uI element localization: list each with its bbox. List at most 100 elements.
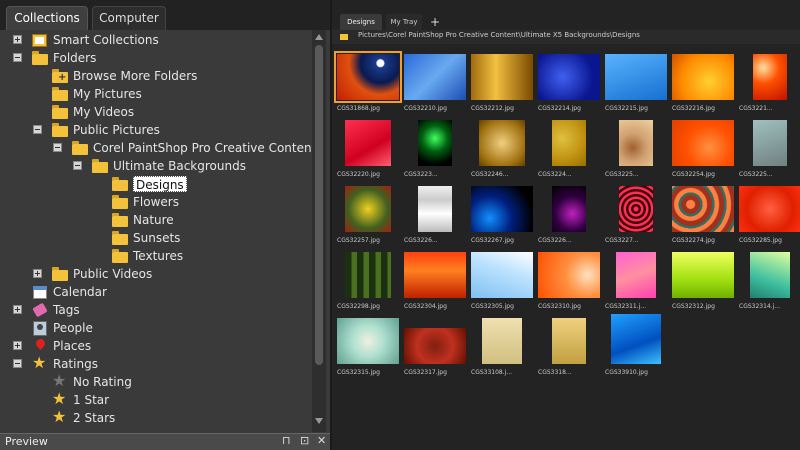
thumbnail-item[interactable]: CGS32315.jpg xyxy=(337,312,403,378)
thumbnail-image[interactable] xyxy=(345,120,391,166)
thumbnail-item[interactable]: CGS32305.jpg xyxy=(471,246,537,312)
thumbnail-item[interactable]: CGS32274.jpg xyxy=(672,180,738,246)
tab-my-tray[interactable]: My Tray xyxy=(386,14,422,30)
thumbnail-image[interactable] xyxy=(471,54,533,100)
collapse-icon[interactable] xyxy=(73,161,82,170)
thumbnail-item[interactable]: CGS32215.jpg xyxy=(605,48,671,114)
thumbnail-image[interactable] xyxy=(334,51,402,103)
thumbnail-image[interactable] xyxy=(418,186,452,232)
thumbnail-image[interactable] xyxy=(471,252,533,298)
tree-item-my-pictures[interactable]: My Pictures xyxy=(0,85,312,103)
tab-designs[interactable]: Designs (33) xyxy=(340,14,382,42)
thumbnail-item[interactable]: CGS32220.jpg xyxy=(337,114,403,180)
scroll-down-arrow-icon[interactable] xyxy=(315,418,323,424)
pin-icon[interactable]: ⊓ xyxy=(282,434,291,447)
thumbnail-item[interactable]: CGS32317.jpg xyxy=(404,312,470,378)
thumbnail-item[interactable]: CGS32311.j... xyxy=(605,246,671,312)
tree-item-ratings[interactable]: ★ Ratings xyxy=(0,354,312,373)
thumbnail-item[interactable]: CGS3223... xyxy=(404,114,470,180)
tree-item-public-videos[interactable]: Public Videos xyxy=(0,265,312,283)
tree-item-ultimate-backgrounds[interactable]: Ultimate Backgrounds xyxy=(0,157,312,175)
thumbnail-image[interactable] xyxy=(672,252,734,298)
tree-item-textures[interactable]: Textures xyxy=(0,247,312,265)
thumbnail-image[interactable] xyxy=(739,186,800,232)
thumbnail-item[interactable]: CGS33108.j... xyxy=(471,312,537,378)
thumbnail-image[interactable] xyxy=(605,54,667,100)
thumbnail-image[interactable] xyxy=(750,252,790,298)
thumbnail-image[interactable] xyxy=(611,314,661,364)
thumbnail-image[interactable] xyxy=(471,186,533,232)
thumbnail-item[interactable]: CGS3225... xyxy=(739,114,800,180)
thumbnail-image[interactable] xyxy=(753,54,787,100)
tree-item-flowers[interactable]: Flowers xyxy=(0,193,312,211)
tree-item-my-videos[interactable]: My Videos xyxy=(0,103,312,121)
thumbnail-image[interactable] xyxy=(672,120,734,166)
tab-computer[interactable]: Computer xyxy=(92,6,166,30)
thumbnail-item[interactable]: CGS32246... xyxy=(471,114,537,180)
tree-item-no-rating[interactable]: ★ No Rating xyxy=(0,372,312,391)
tree-item-corel-paintshop-pro-creative-content[interactable]: Corel PaintShop Pro Creative Content xyxy=(0,139,312,157)
thumbnail-item[interactable]: CGS32304.jpg xyxy=(404,246,470,312)
collapse-icon[interactable] xyxy=(13,53,22,62)
expand-icon[interactable]: ⊡ xyxy=(300,434,309,447)
collapse-icon[interactable] xyxy=(33,125,42,134)
tree-item-folders[interactable]: Folders xyxy=(0,49,312,67)
thumbnail-image[interactable] xyxy=(404,252,466,298)
tree-item-places[interactable]: Places xyxy=(0,337,312,355)
expand-icon[interactable] xyxy=(13,305,22,314)
tab-collections[interactable]: Collections xyxy=(6,6,88,30)
thumbnail-image[interactable] xyxy=(672,186,734,232)
thumbnail-image[interactable] xyxy=(753,120,787,166)
expand-icon[interactable] xyxy=(13,341,22,350)
thumbnail-item[interactable]: CGS32285.jpg xyxy=(739,180,800,246)
tree-item-nature[interactable]: Nature xyxy=(0,211,312,229)
thumbnail-item[interactable]: CGS32298.jpg xyxy=(337,246,403,312)
thumbnail-image[interactable] xyxy=(672,54,734,100)
thumbnail-image[interactable] xyxy=(619,186,653,232)
thumbnail-image[interactable] xyxy=(538,252,600,298)
thumbnail-image[interactable] xyxy=(479,120,525,166)
scroll-up-arrow-icon[interactable] xyxy=(315,34,323,40)
thumbnail-item[interactable]: CGS3226... xyxy=(538,180,604,246)
thumbnail-item[interactable]: CGS32216.jpg xyxy=(672,48,738,114)
thumbnail-image[interactable] xyxy=(552,120,586,166)
tree-item-public-pictures[interactable]: Public Pictures xyxy=(0,121,312,139)
tree-item-designs[interactable]: Designs xyxy=(0,175,312,193)
collapse-icon[interactable] xyxy=(13,359,22,368)
tree-item-sunsets[interactable]: Sunsets xyxy=(0,229,312,247)
thumbnail-item[interactable]: CGS3221... xyxy=(739,48,800,114)
tree-item-smart-collections[interactable]: Smart Collections xyxy=(0,31,312,49)
thumbnail-item[interactable]: CGS32210.jpg xyxy=(404,48,470,114)
thumbnail-image[interactable] xyxy=(482,318,522,364)
thumbnail-item[interactable]: CGS32267.jpg xyxy=(471,180,537,246)
expand-icon[interactable] xyxy=(33,269,42,278)
thumbnail-image[interactable] xyxy=(418,120,452,166)
tree-scrollbar[interactable] xyxy=(312,30,326,432)
thumbnail-image[interactable] xyxy=(345,252,391,298)
thumbnail-item[interactable]: CGS32314.j... xyxy=(739,246,800,312)
thumbnail-image[interactable] xyxy=(404,328,466,364)
tree-item-1-star[interactable]: ★ 1 Star xyxy=(0,390,312,409)
tree-item-tags[interactable]: Tags xyxy=(0,301,312,319)
thumbnail-item[interactable]: CGS3227... xyxy=(605,180,671,246)
collapse-icon[interactable] xyxy=(53,143,62,152)
thumbnail-image[interactable] xyxy=(538,54,600,100)
tree-item-2-stars[interactable]: ★ 2 Stars xyxy=(0,408,312,427)
scrollbar-thumb[interactable] xyxy=(315,45,323,365)
tree-item-browse-more-folders[interactable]: + Browse More Folders xyxy=(0,67,312,85)
close-icon[interactable]: ✕ xyxy=(317,434,326,447)
thumbnail-image[interactable] xyxy=(552,186,586,232)
thumbnail-item[interactable]: CGS3318... xyxy=(538,312,604,378)
tree-item-people[interactable]: People xyxy=(0,319,312,337)
thumbnail-image[interactable] xyxy=(616,252,656,298)
thumbnail-item[interactable]: CGS32254.jpg xyxy=(672,114,738,180)
thumbnail-item[interactable]: CGS31868.jpg xyxy=(334,48,403,114)
thumbnail-item[interactable]: CGS3225... xyxy=(605,114,671,180)
thumbnail-image[interactable] xyxy=(552,318,586,364)
thumbnail-item[interactable]: CGS3226... xyxy=(404,180,470,246)
thumbnail-image[interactable] xyxy=(345,186,391,232)
thumbnail-item[interactable]: CGS32257.jpg xyxy=(337,180,403,246)
tree-item-calendar[interactable]: Calendar xyxy=(0,283,312,301)
thumbnail-image[interactable] xyxy=(337,318,399,364)
thumbnail-item[interactable]: CGS32312.jpg xyxy=(672,246,738,312)
